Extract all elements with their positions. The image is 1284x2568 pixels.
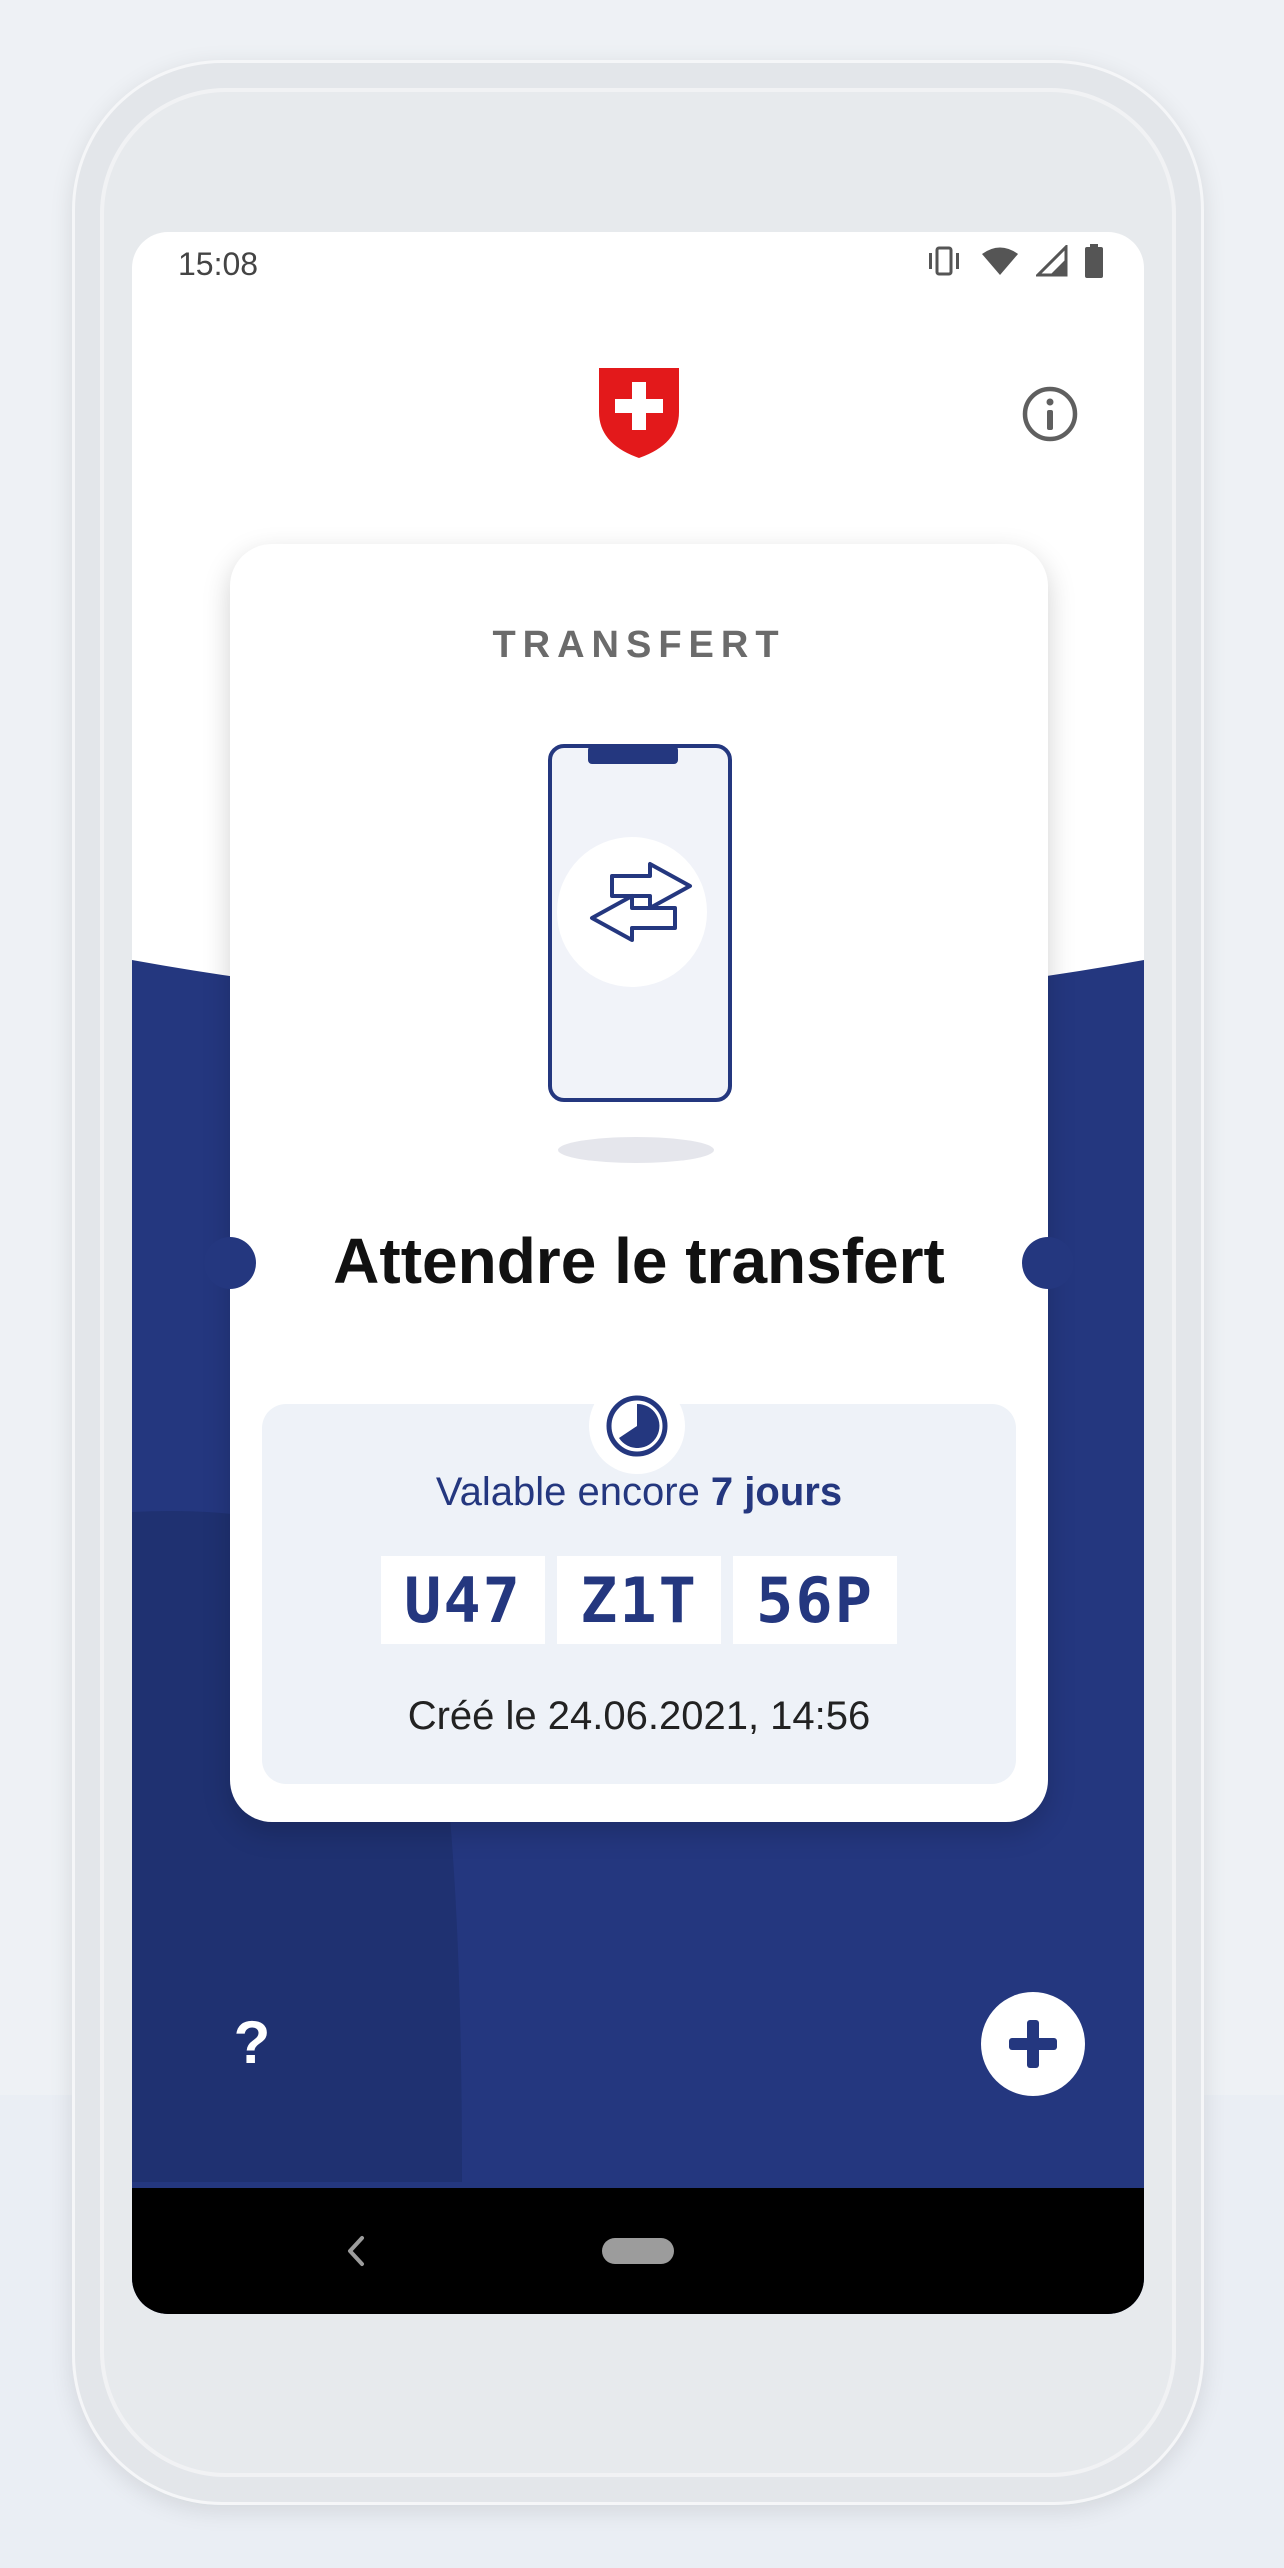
wifi-icon <box>982 247 1018 275</box>
add-button[interactable] <box>981 1992 1085 2096</box>
validity-value: 7 jours <box>710 1470 843 1514</box>
back-chevron-icon[interactable] <box>336 2226 376 2276</box>
timer-icon <box>606 1395 668 1457</box>
status-icons <box>924 244 1104 278</box>
vibrate-icon <box>929 246 959 276</box>
code-segment-2: Z1T <box>557 1556 721 1644</box>
status-bar: 15:08 <box>132 232 1144 322</box>
card-notch-left <box>204 1237 256 1289</box>
code-segment-3: 56P <box>733 1556 897 1644</box>
card-label: TRANSFERT <box>492 624 786 666</box>
code-segment-1: U47 <box>381 1556 545 1644</box>
system-nav-bar <box>132 2188 1144 2314</box>
created-date: Créé le 24.06.2021, 14:56 <box>407 1694 871 1738</box>
help-button[interactable]: ? <box>212 2002 292 2082</box>
validity-text: Valable encore 7 jours <box>230 1470 1048 1515</box>
battery-icon <box>1085 244 1103 278</box>
app-screen: 15:08 TRANSFERT Attendre le transfert Va… <box>132 232 1144 2314</box>
plus-icon <box>1009 2020 1057 2068</box>
timer-badge <box>589 1378 685 1474</box>
swiss-cross-shield-icon <box>599 368 679 458</box>
info-icon[interactable] <box>1020 384 1080 444</box>
cell-signal-icon <box>1036 245 1068 277</box>
home-pill[interactable] <box>602 2238 674 2264</box>
transfer-code: U47 Z1T 56P <box>230 1556 1048 1644</box>
transfer-card: TRANSFERT Attendre le transfert Valable … <box>230 544 1048 1822</box>
phone-transfer-arrows-icon <box>548 744 732 1163</box>
card-notch-right <box>1022 1237 1074 1289</box>
validity-prefix: Valable encore <box>435 1470 711 1514</box>
status-time: 15:08 <box>178 246 259 282</box>
card-title: Attendre le transfert <box>333 1225 945 1297</box>
